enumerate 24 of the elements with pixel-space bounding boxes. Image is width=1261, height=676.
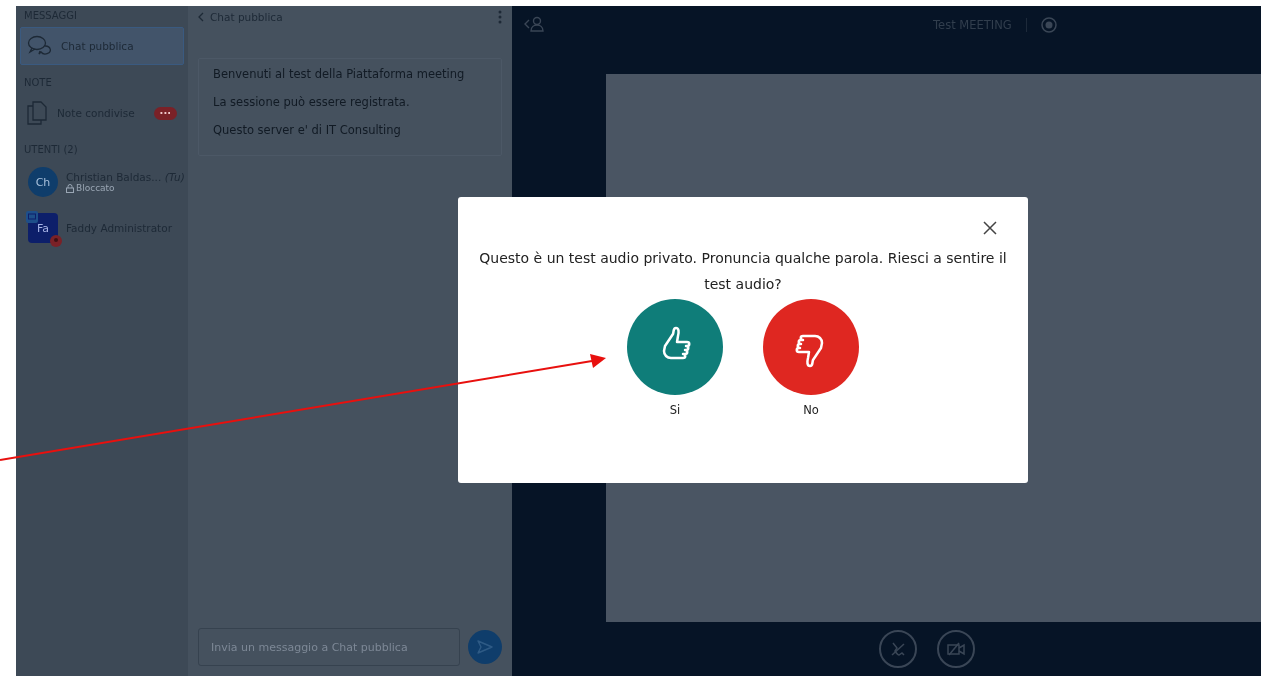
user-status: Bloccato xyxy=(76,183,115,193)
hangup-button[interactable] xyxy=(878,630,917,668)
dialog-message: Questo è un test audio privato. Pronuncia qualche parola. Riesci a sentire il test audio? xyxy=(478,249,1008,294)
camera-off-icon xyxy=(946,642,965,656)
chevron-left-icon[interactable] xyxy=(198,12,204,22)
documents-icon xyxy=(27,101,47,125)
record-icon[interactable] xyxy=(1040,17,1057,33)
phone-off-icon xyxy=(889,641,906,657)
camera-button[interactable] xyxy=(936,630,975,668)
close-icon xyxy=(983,220,997,235)
moderator-icon xyxy=(50,235,62,247)
answer-label: Si xyxy=(669,403,681,417)
send-button[interactable] xyxy=(468,630,502,664)
chat-message: Benvenuti al test della Piattaforma meeting xyxy=(213,67,466,81)
chat-message: La sessione può essere registrata. xyxy=(213,95,411,109)
answer-label: No xyxy=(803,403,819,417)
more-options-icon[interactable] xyxy=(498,10,502,24)
presenter-icon xyxy=(26,211,38,223)
lock-icon xyxy=(66,183,74,193)
user-avatar: Ch xyxy=(28,167,58,197)
chat-bubbles-icon xyxy=(27,35,51,57)
send-icon xyxy=(477,640,493,654)
notification-badge: ··· xyxy=(153,106,177,120)
users-toggle-icon[interactable] xyxy=(524,16,544,32)
